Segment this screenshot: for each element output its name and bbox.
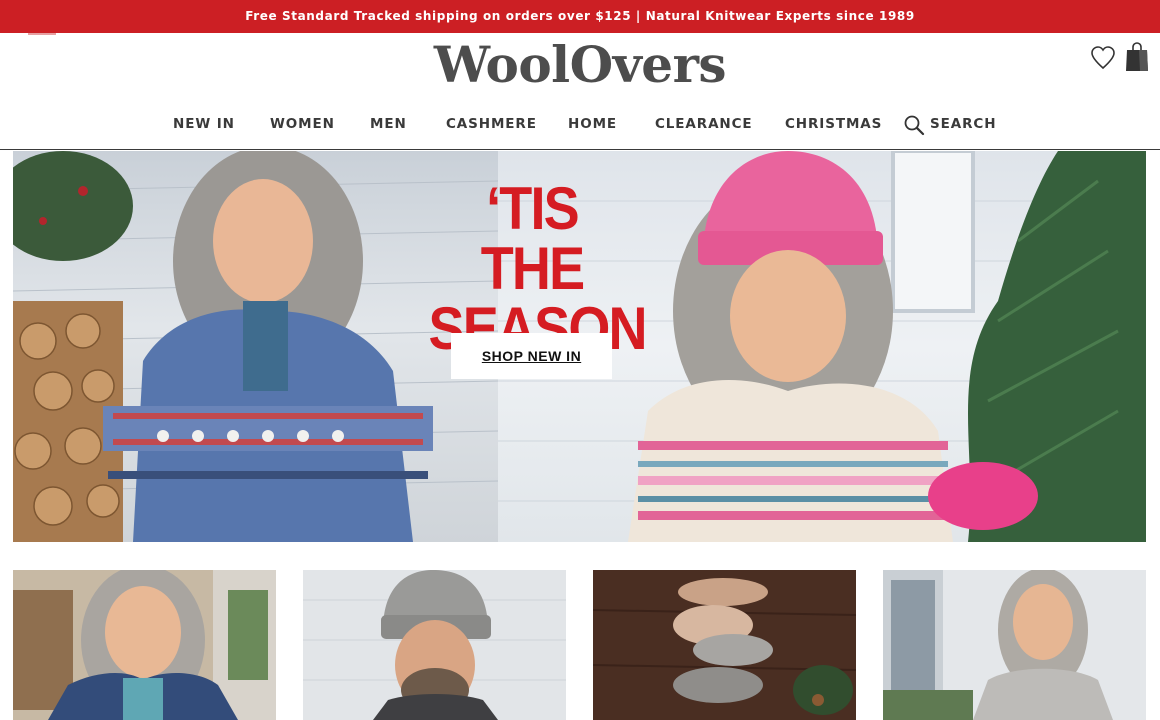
hero-image-left (13, 151, 499, 542)
hero-banner[interactable]: ‘TIS THE SEASON SHOP NEW IN (13, 151, 1146, 542)
hero-headline-line-1: ‘TIS THE (480, 175, 585, 302)
nav-item-men[interactable]: MEN (370, 110, 407, 138)
search-button[interactable]: SEARCH (930, 110, 996, 138)
hero-headline: ‘TIS THE SEASON (429, 175, 648, 359)
tile-photo-man-knit-hat (303, 570, 566, 720)
category-tile-1[interactable] (13, 570, 276, 720)
nav-item-home[interactable]: HOME (568, 110, 617, 138)
category-tile-4[interactable] (883, 570, 1146, 720)
category-tiles (0, 570, 1160, 720)
promo-banner-text: Free Standard Tracked shipping on orders… (245, 9, 915, 23)
nav-item-christmas[interactable]: CHRISTMAS (785, 110, 882, 138)
tile-photo-woman-grey-sweater (883, 570, 1146, 720)
category-tile-3[interactable] (593, 570, 856, 720)
heart-icon[interactable] (1090, 45, 1116, 71)
nav-item-clearance[interactable]: CLEARANCE (655, 110, 753, 138)
shop-new-in-button[interactable]: SHOP NEW IN (451, 333, 612, 379)
tile-photo-slippers (593, 570, 856, 720)
nav-item-cashmere[interactable]: CASHMERE (446, 110, 537, 138)
hero-photo-woman-blue-cardigan (13, 151, 499, 542)
category-tile-2[interactable] (303, 570, 566, 720)
promo-banner: Free Standard Tracked shipping on orders… (0, 0, 1160, 33)
tile-photo-woman-vest (13, 570, 276, 720)
site-header: WoolOvers NEW IN WOMEN MEN CASHMERE HOME… (0, 33, 1160, 150)
nav-item-new-in[interactable]: NEW IN (173, 110, 235, 138)
search-icon[interactable] (903, 114, 925, 136)
main-nav: NEW IN WOMEN MEN CASHMERE HOME CLEARANCE… (0, 110, 1160, 138)
nav-item-women[interactable]: WOMEN (270, 110, 335, 138)
site-logo[interactable]: WoolOvers (0, 35, 1160, 94)
shopping-bag-icon[interactable] (1125, 42, 1149, 72)
